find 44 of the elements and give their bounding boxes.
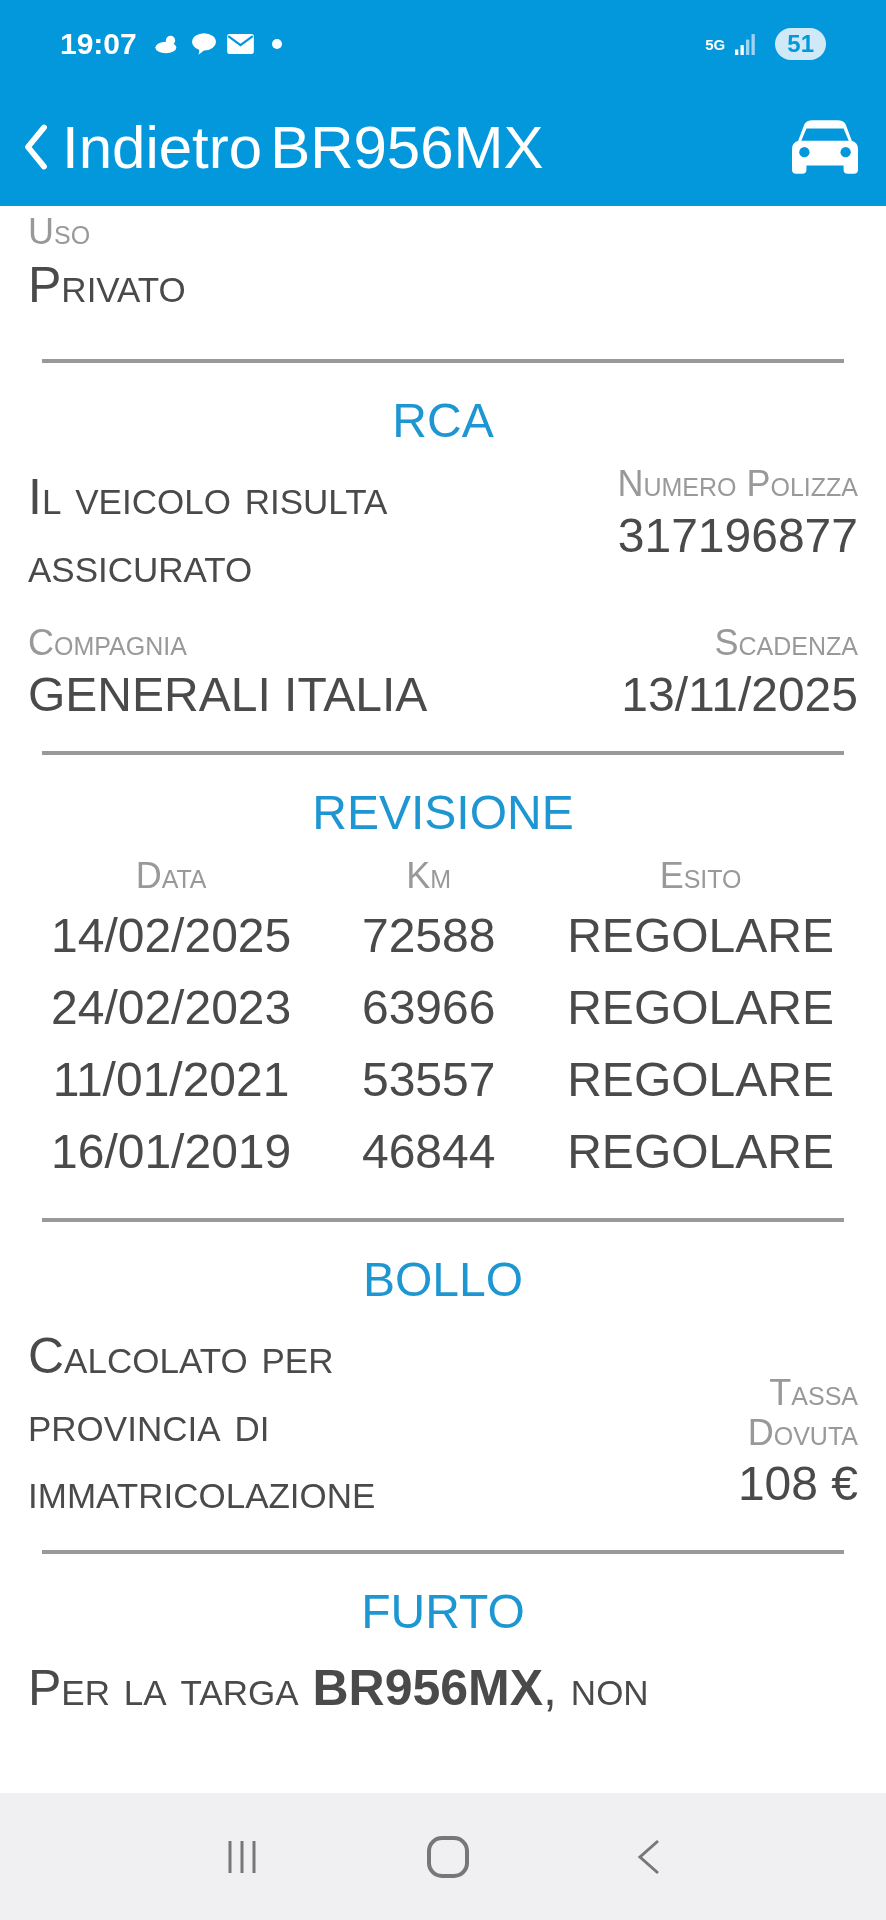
field-label: Compagnia	[28, 623, 188, 663]
table-cell-text: 11/01/2021	[51, 1052, 291, 1109]
theft-message: Per la targa BR956MX, non	[28, 1658, 650, 1718]
car-icon[interactable]	[792, 120, 858, 174]
table-cell-text: 16/01/2019	[50, 1124, 293, 1181]
back-button[interactable]: Indietro	[24, 112, 263, 182]
table-cell-text: 46844	[360, 1124, 497, 1181]
chat-icon	[190, 32, 217, 56]
field-label: Tassa Dovuta	[746, 1373, 858, 1453]
table-cell-text: 63966	[360, 980, 497, 1037]
field-value: 108 €	[736, 1456, 858, 1513]
mail-icon	[226, 34, 254, 54]
dot-icon	[271, 39, 282, 49]
field-value: Privato	[28, 255, 187, 315]
table-cell-text: REGOLARE	[566, 980, 835, 1037]
column-header: Data	[134, 856, 208, 897]
table-cell-text: 14/02/2025	[50, 908, 293, 965]
battery-indicator: 51	[775, 28, 826, 60]
field-label: Uso	[28, 212, 92, 252]
plate-title: BR956MX	[270, 112, 544, 182]
column-header: Km	[405, 856, 453, 897]
field-value: 13/11/2025	[621, 666, 858, 723]
section-title: REVISIONE	[311, 785, 575, 841]
home-icon[interactable]	[426, 1834, 470, 1879]
column-header: Esito	[658, 856, 743, 897]
table-cell-text: 53557	[360, 1052, 497, 1109]
field-value: GENERALI ITALIA	[28, 666, 428, 723]
tax-note: Calcolato per provincia di immatricolazione	[28, 1327, 377, 1522]
table-cell-text: REGOLARE	[566, 1124, 835, 1181]
table-cell-text: REGOLARE	[566, 908, 835, 965]
section-title: BOLLO	[361, 1252, 525, 1308]
field-value: 317196877	[617, 507, 858, 564]
chevron-icon[interactable]	[24, 124, 48, 170]
network-label: 5G	[705, 35, 726, 53]
field-label: Numero Polizza	[617, 464, 858, 504]
section-title: FURTO	[360, 1583, 526, 1639]
field-label: Scadenza	[713, 623, 858, 663]
signal-icon	[735, 33, 758, 55]
insurance-status: Il veicolo risulta assicurato	[28, 468, 389, 595]
table-cell-text: 24/02/2023	[50, 980, 293, 1037]
table-cell-text: REGOLARE	[566, 1052, 835, 1109]
section-title: RCA	[391, 393, 495, 449]
clock: 19:07	[60, 27, 137, 61]
table-cell-text: 72588	[360, 908, 497, 965]
